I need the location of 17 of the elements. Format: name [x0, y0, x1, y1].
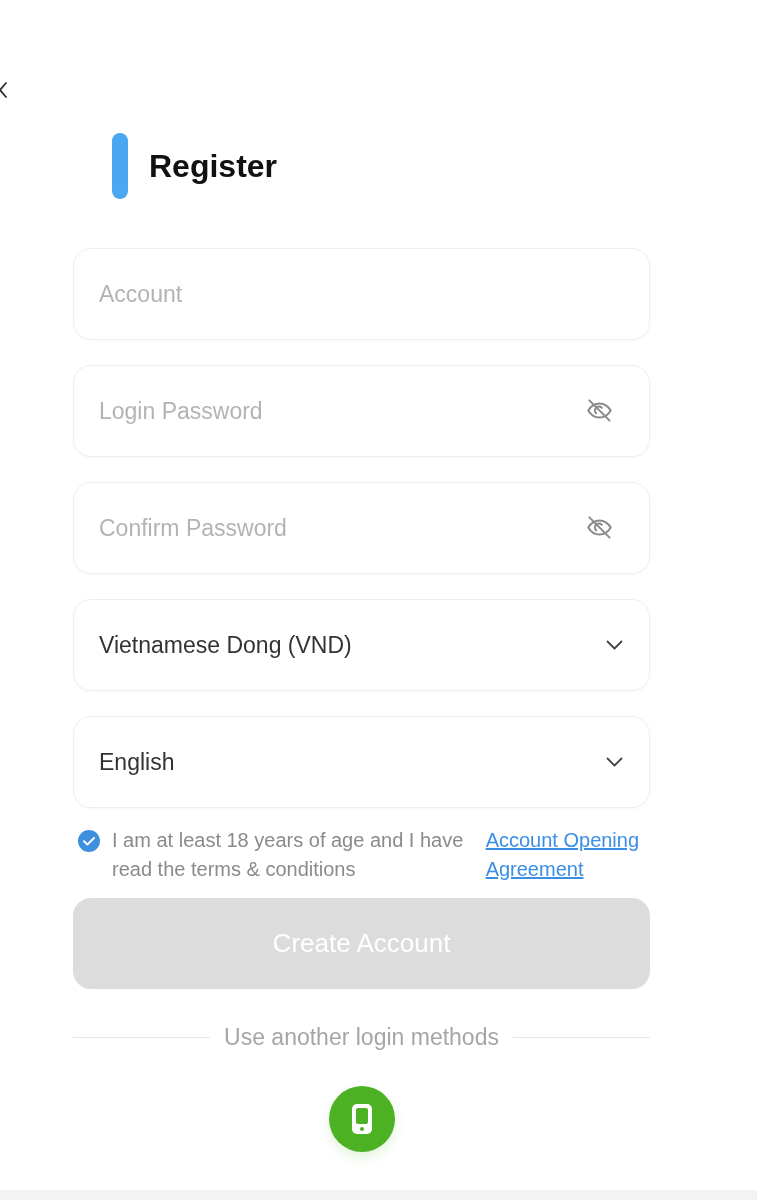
password-field[interactable]: Confirm Password: [73, 482, 650, 574]
title-accent-bar: [112, 133, 128, 199]
dropdown-field[interactable]: English: [73, 716, 650, 808]
chevron-down-icon: [606, 640, 623, 650]
password-field[interactable]: Login Password: [73, 365, 650, 457]
terms-text: I am at least 18 years of age and I have read the terms & conditions: [112, 828, 465, 882]
eye-off-icon[interactable]: [586, 514, 613, 541]
chevron-left-icon[interactable]: [0, 80, 7, 100]
chevron-down-icon: [606, 757, 623, 767]
divider-label: Use another login methods: [224, 1023, 499, 1052]
eye-off-icon[interactable]: [586, 397, 613, 424]
dropdown-field[interactable]: Vietnamese Dong (VND): [73, 599, 650, 691]
phone-icon: [350, 1102, 373, 1135]
checkbox[interactable]: [78, 830, 100, 852]
phone-login-button[interactable]: [328, 1085, 395, 1152]
page-title: Register: [149, 150, 278, 182]
text-field[interactable]: Account: [73, 248, 650, 340]
